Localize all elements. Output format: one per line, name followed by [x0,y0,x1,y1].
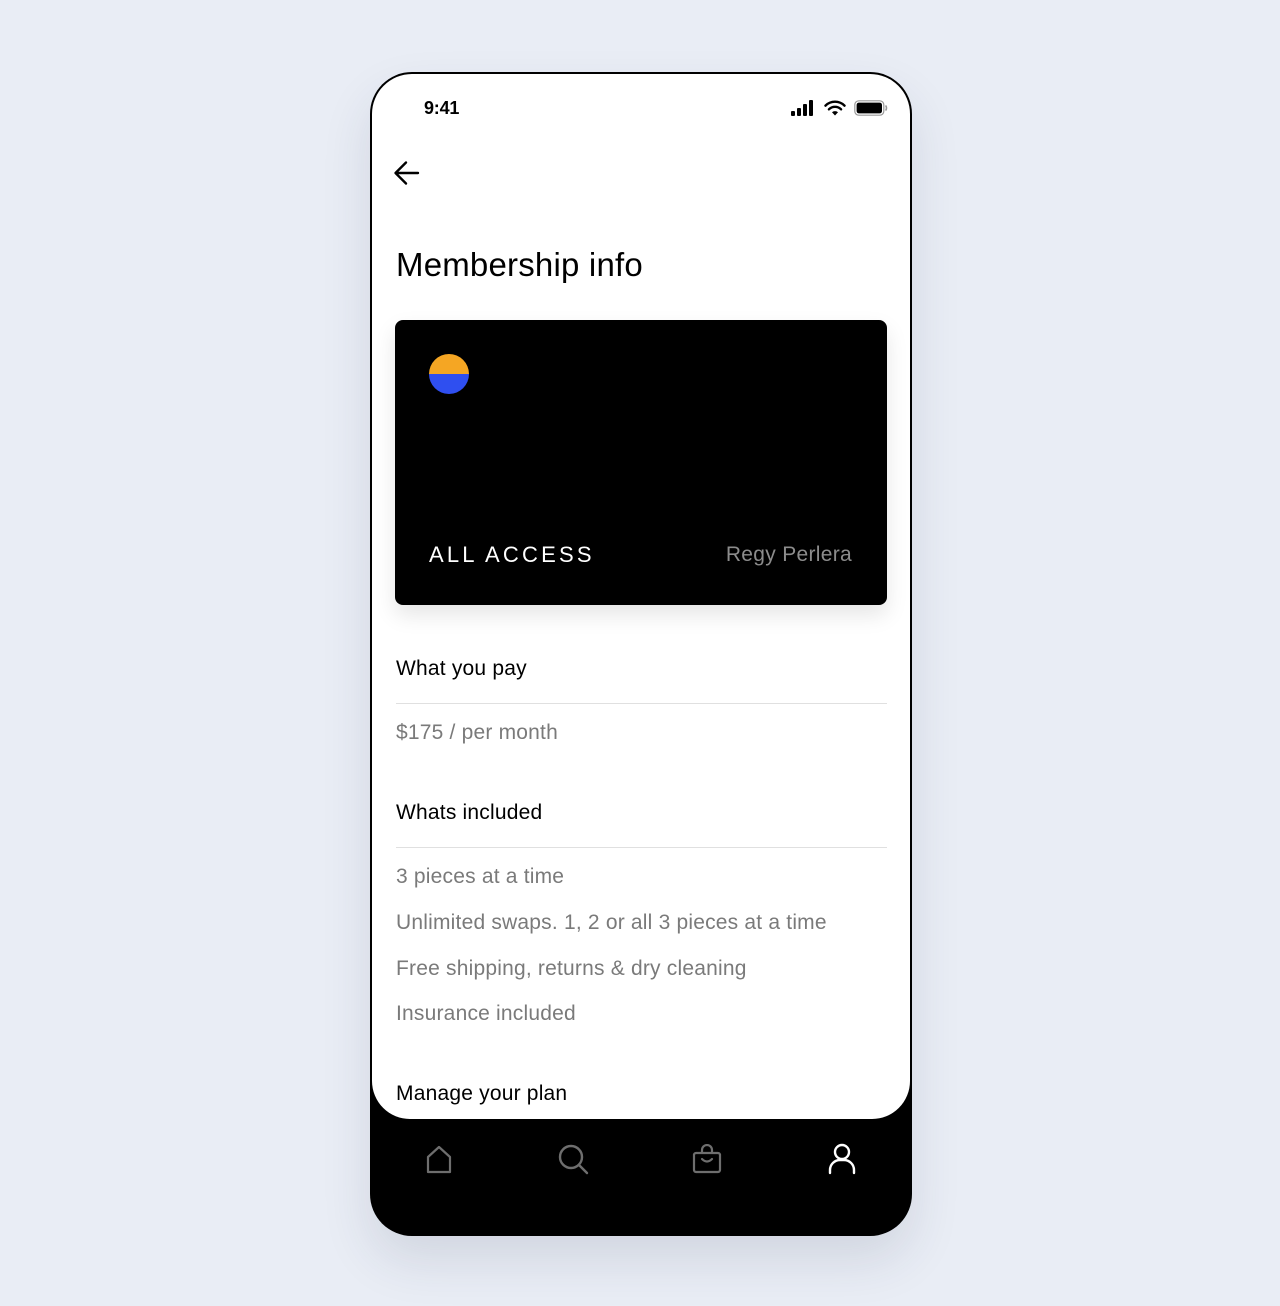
included-item: Unlimited swaps. 1, 2 or all 3 pieces at… [396,911,827,934]
profile-icon [828,1143,856,1175]
page-title: Membership info [396,246,643,283]
status-icons [790,98,888,118]
included-item: Insurance included [396,1002,576,1025]
included-item: 3 pieces at a time [396,865,565,888]
screen: 9:41 Membership info ALL ACCESS Regy Per… [372,74,910,1119]
cardholder-name: Regy Perlera [725,543,852,566]
status-bar: 9:41 [372,74,910,134]
tab-profile[interactable] [820,1137,864,1181]
bottom-tab-bar [370,1119,912,1236]
home-icon [426,1145,452,1174]
divider [396,703,887,704]
section-heading-included: Whats included [396,801,543,824]
search-icon [558,1144,589,1175]
brand-logo-icon [429,354,469,394]
back-button[interactable] [392,158,422,188]
tab-search[interactable] [551,1137,595,1181]
phone-frame: 9:41 Membership info ALL ACCESS Regy Per… [370,72,912,1236]
tab-home[interactable] [417,1137,461,1181]
battery-icon [854,100,888,116]
bag-icon [692,1144,722,1174]
divider [396,847,887,848]
arrow-left-icon [394,161,420,185]
membership-card: ALL ACCESS Regy Perlera [395,320,887,605]
included-item: Free shipping, returns & dry cleaning [396,957,747,980]
status-time: 9:41 [424,98,460,118]
section-heading-manage[interactable]: Manage your plan [396,1082,567,1106]
tab-bag[interactable] [685,1137,729,1181]
wifi-icon [824,100,846,116]
plan-price: $175 / per month [396,721,558,744]
cellular-signal-icon [791,100,813,116]
section-heading-pay: What you pay [396,657,527,680]
membership-tier: ALL ACCESS [429,542,595,567]
